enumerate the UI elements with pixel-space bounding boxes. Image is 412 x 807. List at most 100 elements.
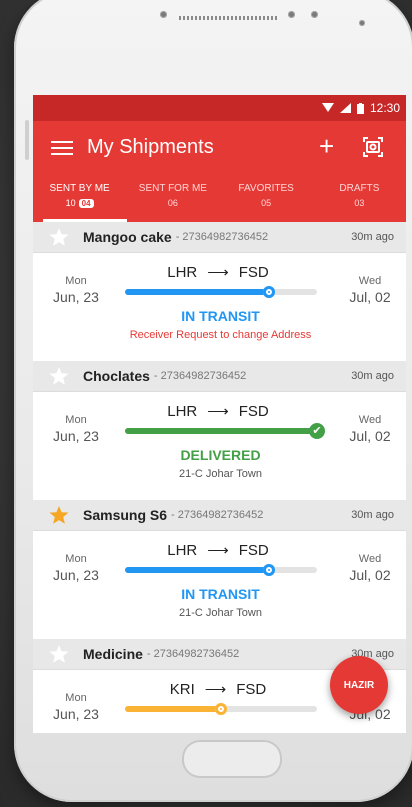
- home-button[interactable]: [182, 740, 282, 778]
- scan-icon[interactable]: [361, 135, 385, 159]
- progress-track: [125, 286, 317, 298]
- shipment-body: Mon Jun, 23 LHR ⟶ FSD IN TRANSIT 21-C Joha…: [33, 531, 406, 639]
- ship-date: Mon Jun, 23: [51, 273, 101, 305]
- ship-date: Mon Jun, 23: [51, 690, 101, 722]
- route: LHR ⟶ FSD: [123, 402, 313, 420]
- check-icon: ✔: [309, 423, 325, 439]
- progress-fill: ✔: [125, 423, 325, 439]
- route: KRI ⟶ FSD: [123, 680, 313, 698]
- item-name: Mangoo cake: [83, 229, 172, 245]
- ship-date-value: Jun, 23: [53, 428, 99, 444]
- tab-count: 03: [354, 198, 365, 208]
- progress-track: ✔: [125, 423, 325, 439]
- ship-day: Mon: [65, 692, 87, 704]
- tab-count: 05: [261, 198, 272, 208]
- new-badge: 04: [78, 199, 94, 208]
- shipment-status: DELIVERED: [180, 447, 261, 463]
- arrival-date: Wed Jul, 02: [345, 412, 395, 444]
- tab-sent-for-me[interactable]: SENT FOR ME 06: [126, 174, 219, 222]
- item-name: Samsung S6: [83, 507, 168, 523]
- favorite-star-icon[interactable]: [49, 644, 69, 664]
- hazir-fab-button[interactable]: HAZIR: [330, 656, 388, 714]
- progress-fill: [125, 286, 275, 298]
- arrival-day: Wed: [358, 414, 382, 426]
- tracking-number: - 27364982736452: [175, 231, 269, 243]
- tab-favorites[interactable]: FAVORITES 05: [220, 174, 313, 222]
- time-ago: 30m ago: [351, 231, 394, 243]
- progress-track: [125, 564, 317, 576]
- progress-fill: [125, 564, 275, 576]
- earpiece-speaker: [179, 16, 279, 20]
- sensor-dot: [288, 11, 295, 18]
- clock: 12:30: [369, 101, 400, 115]
- ship-date: Mon Jun, 23: [51, 551, 101, 583]
- destination-code: FSD: [238, 542, 269, 559]
- ship-date: Mon Jun, 23: [51, 412, 101, 444]
- favorite-star-icon[interactable]: [49, 505, 69, 525]
- ship-date-value: Jun, 23: [53, 567, 99, 583]
- tab-label: DRAFTS: [339, 183, 380, 194]
- arrival-day: Wed: [358, 275, 382, 287]
- route-arrow-icon: ⟶: [207, 264, 229, 281]
- route: LHR ⟶ FSD: [123, 263, 313, 281]
- shipment-tabs: SENT BY ME 10 04 SENT FOR ME 06 FAVORITES…: [33, 174, 406, 222]
- shipment-header: Samsung S6 - 27364982736452 30m ago: [33, 500, 406, 531]
- origin-code: KRI: [169, 681, 195, 698]
- wifi-icon: [321, 103, 334, 112]
- page-title: My Shipments: [87, 136, 214, 158]
- tab-label: FAVORITES: [238, 183, 294, 194]
- time-ago: 30m ago: [351, 509, 394, 521]
- shipment-status: IN TRANSIT: [181, 586, 260, 602]
- time-ago: 30m ago: [351, 370, 394, 382]
- ship-date-value: Jun, 23: [53, 706, 99, 722]
- ship-day: Mon: [65, 414, 87, 426]
- app-screen: 12:30 My Shipments + SENT BY ME 10 04 SEN…: [33, 95, 406, 733]
- arrival-date-value: Jul, 02: [349, 567, 391, 583]
- shipment-card[interactable]: Samsung S6 - 27364982736452 30m ago Mon …: [33, 500, 406, 639]
- favorite-star-icon[interactable]: [49, 366, 69, 386]
- progress-knob: [263, 286, 275, 298]
- menu-icon[interactable]: [51, 137, 73, 159]
- shipment-note: 21-C Johar Town: [179, 607, 262, 619]
- arrival-day: Wed: [358, 553, 382, 565]
- tab-count: 06: [167, 198, 178, 208]
- ship-date-value: Jun, 23: [53, 289, 99, 305]
- shipment-status: IN TRANSIT: [181, 308, 260, 324]
- tab-sent-by-me[interactable]: SENT BY ME 10 04: [33, 174, 126, 222]
- item-name: Choclates: [83, 368, 150, 384]
- shipment-body: Mon Jun, 23 LHR ⟶ FSD IN TRANSIT Receiver …: [33, 253, 406, 361]
- origin-code: LHR: [167, 264, 198, 281]
- shipment-body: Mon Jun, 23 LHR ⟶ FSD ✔ DELIVERED 21-C Joh…: [33, 392, 406, 500]
- item-name: Medicine: [83, 646, 143, 662]
- shipment-card[interactable]: Choclates - 27364982736452 30m ago Mon J…: [33, 361, 406, 500]
- shipment-note: Receiver Request to change Address: [129, 329, 312, 341]
- arrival-date-value: Jul, 02: [349, 428, 391, 444]
- origin-code: LHR: [167, 403, 198, 420]
- ship-day: Mon: [65, 553, 87, 565]
- destination-code: FSD: [238, 264, 269, 281]
- add-shipment-button[interactable]: +: [319, 131, 334, 162]
- tracking-number: - 27364982736452: [171, 509, 264, 521]
- arrival-date-value: Jul, 02: [349, 289, 391, 305]
- progress-knob: [263, 564, 275, 576]
- arrival-date: Wed Jul, 02: [345, 551, 395, 583]
- ship-day: Mon: [65, 275, 87, 287]
- favorite-star-icon[interactable]: [49, 227, 69, 247]
- tab-label: SENT FOR ME: [138, 183, 207, 194]
- shipment-header: Mangoo cake - 27364982736452 30m ago: [33, 222, 406, 253]
- route-arrow-icon: ⟶: [207, 542, 229, 559]
- progress-fill: [125, 703, 227, 715]
- tab-drafts[interactable]: DRAFTS 03: [313, 174, 406, 222]
- progress-knob: [215, 703, 227, 715]
- front-camera: [359, 20, 365, 26]
- shipment-card[interactable]: Mangoo cake - 27364982736452 30m ago Mon…: [33, 222, 406, 361]
- shipment-note: 21-C Johar Town: [179, 468, 262, 480]
- route-arrow-icon: ⟶: [204, 681, 227, 698]
- arrival-date: Wed Jul, 02: [345, 273, 395, 305]
- route: LHR ⟶ FSD: [123, 541, 313, 559]
- status-bar: 12:30: [33, 95, 406, 121]
- tab-count: 10: [65, 198, 76, 208]
- battery-icon: [356, 102, 364, 114]
- route-arrow-icon: ⟶: [207, 403, 229, 420]
- signal-icon: [339, 103, 351, 113]
